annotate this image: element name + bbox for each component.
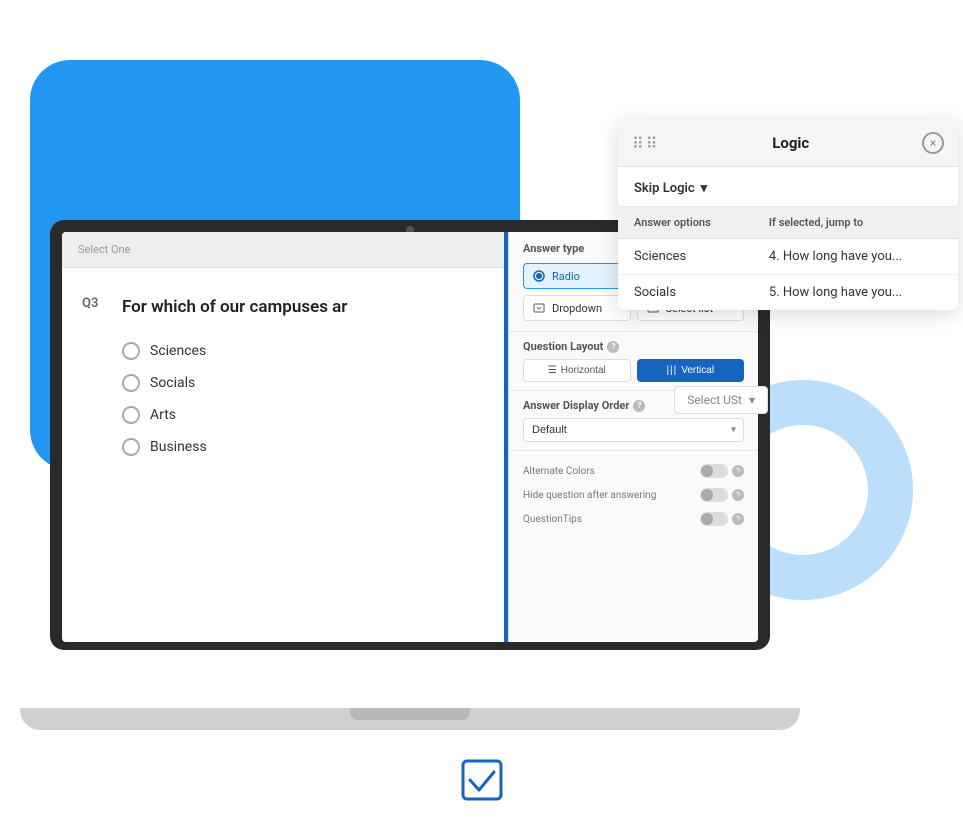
logic-type-label: Skip Logic bbox=[634, 181, 695, 196]
layout-info-icon[interactable]: ? bbox=[607, 341, 619, 353]
logic-row-socials: Socials 5. How long have you... bbox=[618, 275, 958, 311]
survey-content: Q3 For which of our campuses ar Sciences… bbox=[62, 268, 504, 642]
col-answer-options: Answer options bbox=[618, 207, 753, 239]
alternate-colors-row: Alternate Colors ? bbox=[523, 459, 744, 483]
logic-table: Answer options If selected, jump to Scie… bbox=[618, 207, 958, 310]
logic-header: ⠿⠿ Logic × bbox=[618, 120, 958, 167]
top-bar-text: Select One bbox=[78, 243, 130, 256]
question-number: Q3 bbox=[82, 296, 98, 311]
question-layout-label: Question Layout ? bbox=[523, 340, 744, 353]
logic-type-bar: Skip Logic ▾ bbox=[618, 167, 958, 207]
question-tips-info[interactable]: ? bbox=[732, 513, 744, 525]
logic-type-chevron: ▾ bbox=[701, 181, 708, 196]
col-jump-to: If selected, jump to bbox=[753, 207, 958, 239]
alternate-colors-label: Alternate Colors bbox=[523, 466, 595, 477]
answer-option-socials: Socials bbox=[122, 374, 480, 392]
alternate-colors-info[interactable]: ? bbox=[732, 465, 744, 477]
display-order-select[interactable]: Default bbox=[523, 418, 744, 442]
bottom-checkbox-icon bbox=[460, 758, 504, 806]
logic-table-header: Answer options If selected, jump to bbox=[618, 207, 958, 239]
radio-sciences[interactable] bbox=[122, 342, 140, 360]
radio-label: Radio bbox=[552, 270, 580, 283]
laptop-notch bbox=[350, 708, 470, 720]
answer-label-business: Business bbox=[150, 439, 207, 455]
survey-top-bar: Select One bbox=[62, 232, 504, 268]
horizontal-icon: ☰ bbox=[548, 365, 557, 376]
select-ust-dropdown[interactable]: Select USt ▾ bbox=[674, 386, 768, 414]
laptop-base bbox=[20, 708, 800, 730]
question-layout-section: Question Layout ? ☰ Horizontal ||| Verti… bbox=[509, 331, 758, 390]
alternate-colors-toggle[interactable] bbox=[700, 464, 728, 478]
answer-options-list: Sciences Socials Arts Business bbox=[122, 342, 480, 456]
hide-question-info[interactable]: ? bbox=[732, 489, 744, 501]
answer-option-business: Business bbox=[122, 438, 480, 456]
logic-jump-sciences: 4. How long have you... bbox=[753, 239, 958, 275]
dropdown-label: Dropdown bbox=[552, 302, 602, 315]
close-icon: × bbox=[929, 136, 936, 150]
toggles-section: Alternate Colors ? Hide question after a… bbox=[509, 450, 758, 539]
logic-type-dropdown[interactable]: Skip Logic ▾ bbox=[634, 181, 707, 196]
answer-option-sciences: Sciences bbox=[122, 342, 480, 360]
answer-option-arts: Arts bbox=[122, 406, 480, 424]
logic-answer-sciences: Sciences bbox=[618, 239, 753, 275]
question-tips-label: QuestionTips bbox=[523, 514, 582, 525]
layout-options: ☰ Horizontal ||| Vertical bbox=[523, 359, 744, 382]
type-dropdown-option[interactable]: Dropdown bbox=[523, 295, 631, 321]
hide-question-row: Hide question after answering ? bbox=[523, 483, 744, 507]
radio-arts[interactable] bbox=[122, 406, 140, 424]
toggle-knob bbox=[701, 465, 713, 477]
question-tips-toggle[interactable] bbox=[700, 512, 728, 526]
vertical-icon: ||| bbox=[666, 365, 677, 376]
question-text: For which of our campuses ar bbox=[122, 296, 480, 320]
select-ust-label: Select USt bbox=[687, 393, 742, 407]
radio-icon bbox=[532, 269, 546, 283]
horizontal-layout-btn[interactable]: ☰ Horizontal bbox=[523, 359, 631, 382]
dropdown-icon bbox=[532, 301, 546, 315]
hide-question-label: Hide question after answering bbox=[523, 490, 656, 501]
display-order-container: Default ▾ bbox=[523, 418, 744, 442]
select-ust-chevron: ▾ bbox=[749, 393, 755, 407]
logic-row-sciences: Sciences 4. How long have you... bbox=[618, 239, 958, 275]
display-order-info-icon[interactable]: ? bbox=[633, 400, 645, 412]
drag-handle-icon[interactable]: ⠿⠿ bbox=[632, 134, 659, 153]
question-tips-row: QuestionTips ? bbox=[523, 507, 744, 531]
survey-panel: Select One Q3 For which of our campuses … bbox=[62, 232, 508, 642]
radio-business[interactable] bbox=[122, 438, 140, 456]
vertical-layout-btn[interactable]: ||| Vertical bbox=[637, 359, 745, 382]
logic-jump-socials: 5. How long have you... bbox=[753, 275, 958, 311]
toggle-knob-3 bbox=[701, 513, 713, 525]
answer-label-arts: Arts bbox=[150, 407, 176, 423]
radio-socials[interactable] bbox=[122, 374, 140, 392]
logic-panel: ⠿⠿ Logic × Skip Logic ▾ Answer options I… bbox=[618, 120, 958, 310]
answer-label-socials: Socials bbox=[150, 375, 195, 391]
answer-label-sciences: Sciences bbox=[150, 343, 206, 359]
logic-answer-socials: Socials bbox=[618, 275, 753, 311]
logic-title: Logic bbox=[659, 134, 922, 152]
toggle-knob-2 bbox=[701, 489, 713, 501]
hide-question-toggle[interactable] bbox=[700, 488, 728, 502]
logic-close-button[interactable]: × bbox=[922, 132, 944, 154]
